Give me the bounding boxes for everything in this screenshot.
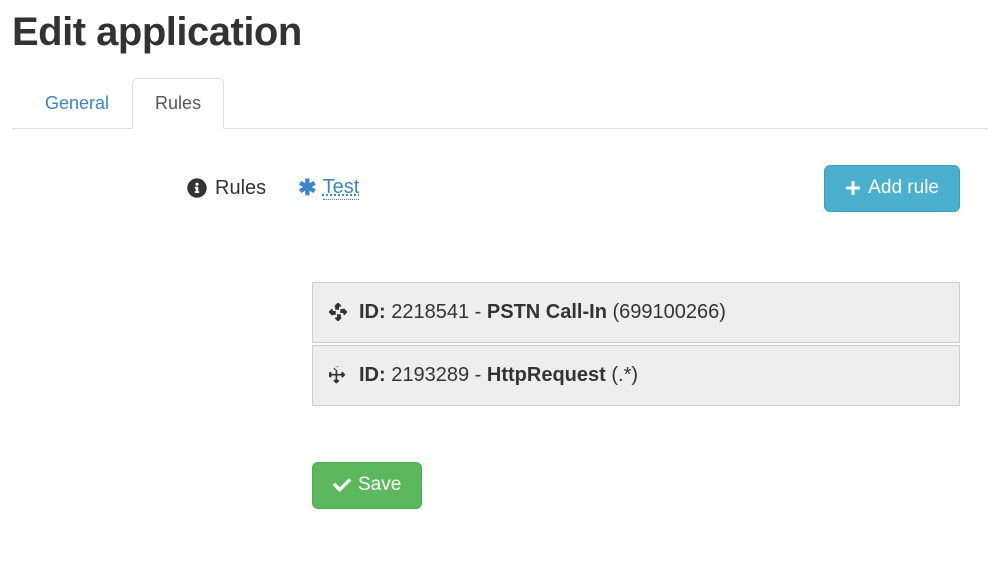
save-button[interactable]: Save	[312, 462, 422, 509]
asterisk-icon: ✱	[298, 177, 316, 199]
rule-row[interactable]: ID: 2193289 - HttpRequest (.*)	[312, 345, 960, 406]
rules-list: ID: 2218541 - PSTN Call-In (699100266) I…	[312, 282, 960, 406]
add-rule-label: Add rule	[868, 177, 939, 200]
rules-header-row: Rules ✱ Test Add rule	[12, 165, 988, 212]
tab-general[interactable]: General	[22, 78, 132, 129]
move-icon[interactable]	[329, 366, 347, 384]
move-icon[interactable]	[329, 303, 347, 321]
rule-text: ID: 2218541 - PSTN Call-In (699100266)	[359, 301, 726, 324]
check-icon	[333, 476, 351, 494]
test-link-wrap: ✱ Test	[298, 176, 359, 200]
content: Rules ✱ Test Add rule ID:	[12, 129, 988, 509]
save-button-wrap: Save	[312, 462, 988, 509]
tabs: General Rules	[12, 77, 988, 129]
page-title: Edit application	[12, 10, 988, 55]
test-link[interactable]: Test	[323, 176, 360, 200]
add-rule-button[interactable]: Add rule	[824, 165, 960, 212]
plus-icon	[845, 180, 861, 196]
rule-row[interactable]: ID: 2218541 - PSTN Call-In (699100266)	[312, 282, 960, 343]
tab-rules[interactable]: Rules	[132, 78, 224, 129]
save-label: Save	[358, 474, 401, 497]
rule-text: ID: 2193289 - HttpRequest (.*)	[359, 364, 638, 387]
rules-label: Rules	[215, 177, 266, 200]
info-icon	[187, 178, 207, 198]
rules-label-wrap: Rules	[187, 177, 266, 200]
